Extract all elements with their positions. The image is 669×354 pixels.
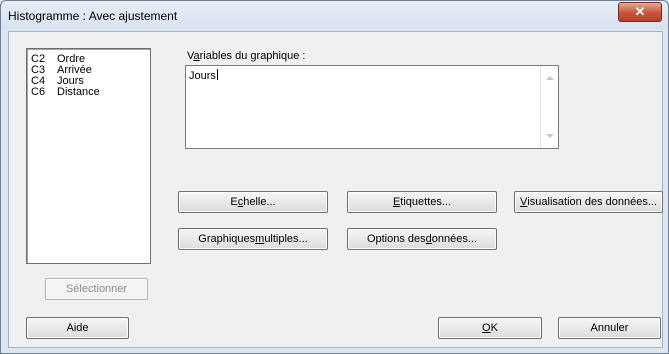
labels-button[interactable]: Etiquettes...	[347, 191, 497, 213]
column-id: C6	[31, 86, 46, 98]
ok-button[interactable]: OK	[438, 317, 542, 339]
column-name: Distance	[57, 86, 100, 98]
close-icon: ✕	[634, 4, 646, 19]
variable-list[interactable]: C2 Ordre C3 Arrivée C4 Jours C6 Distance	[26, 48, 151, 264]
scale-button[interactable]: Ec helle...	[178, 191, 328, 213]
dialog-client-area: C2 Ordre C3 Arrivée C4 Jours C6 Distance…	[8, 31, 663, 348]
close-button[interactable]: ✕	[618, 2, 662, 22]
scroll-down-icon[interactable]	[546, 134, 554, 138]
data-view-button[interactable]: Visualisation des données...	[514, 191, 663, 213]
text-caret	[216, 69, 218, 80]
select-button[interactable]: Sélectionner	[45, 278, 148, 300]
help-button[interactable]: Aide	[26, 317, 129, 339]
graph-variables-label: Variables du graphique :	[187, 50, 306, 62]
dialog-window: Histogramme : Avec ajustement ✕ C2 Ordre…	[0, 0, 669, 354]
graph-variables-input[interactable]: Jours	[185, 65, 559, 149]
vertical-scrollbar[interactable]	[540, 66, 558, 148]
data-options-button[interactable]: Options des d onnées...	[347, 228, 497, 250]
title-bar[interactable]: Histogramme : Avec ajustement ✕	[1, 1, 668, 29]
graph-variables-value: Jours	[189, 70, 216, 82]
scroll-up-icon[interactable]	[546, 76, 554, 80]
cancel-button[interactable]: Annuler	[558, 317, 661, 339]
multiple-graphs-button[interactable]: Graphiques m ultiples...	[178, 228, 328, 250]
dialog-title: Histogramme : Avec ajustement	[8, 9, 178, 23]
